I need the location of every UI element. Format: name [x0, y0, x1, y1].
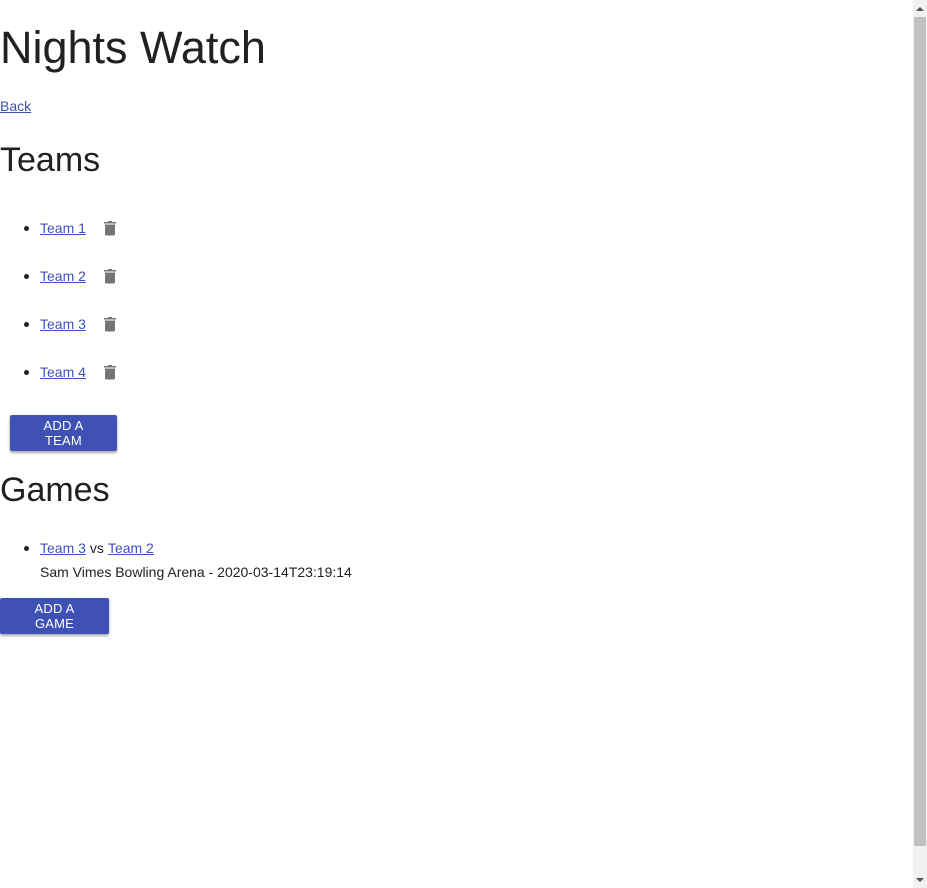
game-list-item: Team 3 vs Team 2 Sam Vimes Bowling Arena -…	[0, 536, 352, 584]
game-list: Team 3 vs Team 2 Sam Vimes Bowling Arena -…	[0, 536, 352, 584]
delete-team-button[interactable]	[102, 266, 118, 286]
scroll-up-button[interactable]	[913, 0, 927, 17]
trash-icon	[103, 269, 116, 284]
teams-heading: Teams	[0, 141, 101, 179]
scroll-down-button[interactable]	[913, 871, 927, 888]
team-link[interactable]: Team 1	[40, 220, 86, 236]
arrow-up-icon	[916, 6, 924, 11]
trash-icon	[103, 221, 116, 236]
team-link[interactable]: Team 2	[40, 268, 86, 284]
home-team-link[interactable]: Team 3	[40, 540, 86, 556]
trash-icon	[103, 365, 116, 380]
team-link[interactable]: Team 3	[40, 316, 86, 332]
bullet	[24, 322, 29, 327]
delete-team-button[interactable]	[102, 314, 118, 334]
vertical-scrollbar[interactable]	[913, 0, 927, 888]
add-team-button[interactable]: ADD A TEAM	[10, 415, 117, 451]
delete-team-button[interactable]	[102, 362, 118, 382]
delete-team-button[interactable]	[102, 218, 118, 238]
team-list-item: Team 3	[0, 300, 118, 348]
away-team-link[interactable]: Team 2	[108, 540, 154, 556]
team-list: Team 1 Team 2 Team 3 Team 4	[0, 204, 118, 396]
add-game-button[interactable]: ADD A GAME	[0, 598, 109, 634]
trash-icon	[103, 317, 116, 332]
bullet	[24, 226, 29, 231]
arrow-down-icon	[916, 877, 924, 882]
team-list-item: Team 4	[0, 348, 118, 396]
page-title: Nights Watch	[0, 22, 266, 73]
team-list-item: Team 2	[0, 252, 118, 300]
games-heading: Games	[0, 471, 110, 509]
team-link[interactable]: Team 4	[40, 364, 86, 380]
game-detail: Sam Vimes Bowling Arena - 2020-03-14T23:…	[40, 564, 352, 580]
back-link[interactable]: Back	[0, 97, 31, 115]
vs-label: vs	[89, 540, 104, 556]
bullet	[24, 274, 29, 279]
team-list-item: Team 1	[0, 204, 118, 252]
scrollbar-thumb[interactable]	[914, 17, 926, 846]
bullet	[24, 546, 29, 551]
page: Nights Watch Back Teams Team 1 Team 2 Te…	[0, 0, 913, 888]
bullet	[24, 370, 29, 375]
